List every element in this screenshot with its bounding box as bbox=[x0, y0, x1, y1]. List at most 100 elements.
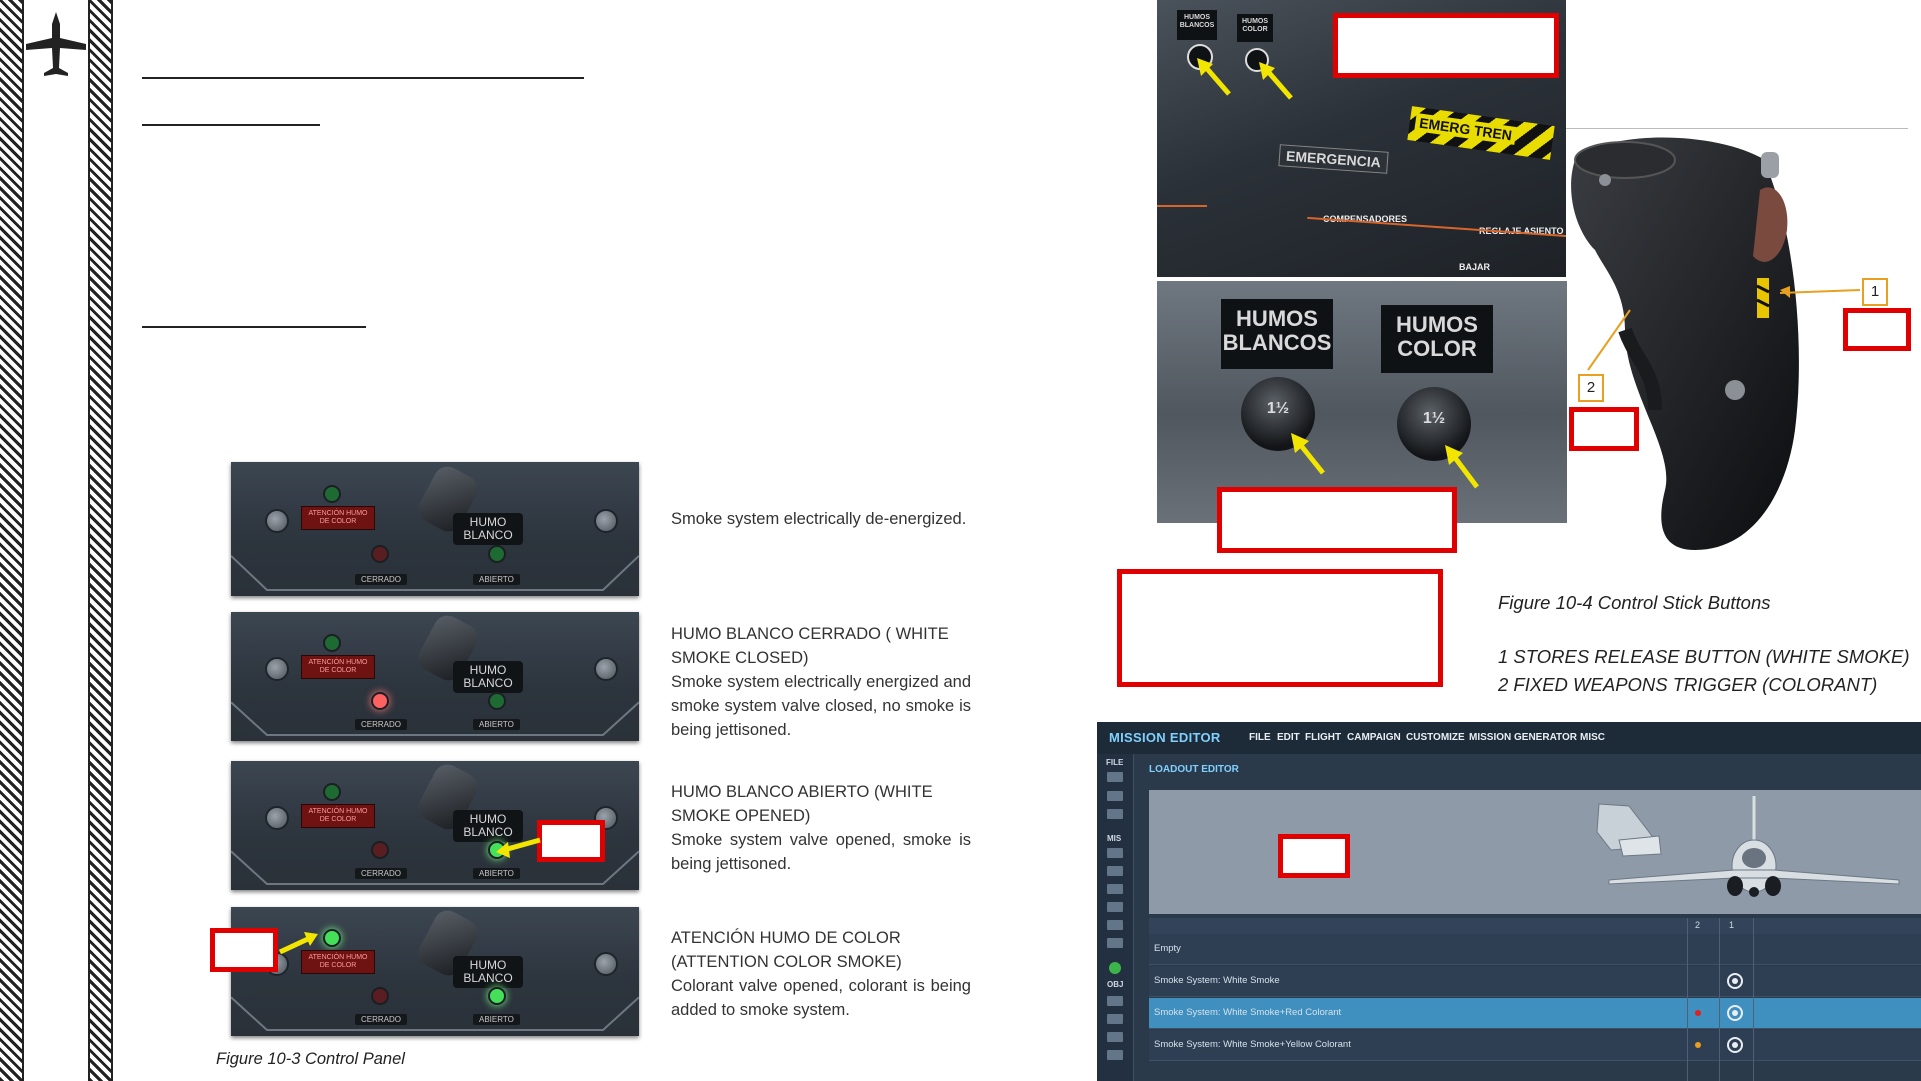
white-smoke-open-lamp bbox=[488, 986, 506, 1005]
toolbar-obj-label: OBJ bbox=[1107, 980, 1124, 989]
toolbar-icon[interactable] bbox=[1107, 866, 1123, 876]
loadout-editor-title: LOADOUT EDITOR bbox=[1149, 764, 1239, 775]
highlight-box bbox=[1217, 487, 1457, 553]
figure-caption: Figure 10-4 Control Stick Buttons bbox=[1498, 592, 1771, 613]
colorant-dot bbox=[1695, 1010, 1701, 1016]
highlight-box bbox=[1278, 834, 1350, 878]
panel-screw bbox=[594, 657, 618, 682]
pylon-1-header: 1 bbox=[1729, 920, 1735, 930]
sidebar-divider bbox=[111, 0, 113, 1081]
panel-label: EMERGENCIA bbox=[1278, 144, 1389, 174]
callout-leader-lines bbox=[1587, 286, 1861, 371]
switch-label: HUMOS COLOR bbox=[1237, 14, 1273, 42]
toolbar-icon[interactable] bbox=[1107, 848, 1123, 858]
menu-mission-generator[interactable]: MISSION GENERATOR bbox=[1469, 732, 1577, 743]
toolbar-icon[interactable] bbox=[1107, 996, 1123, 1006]
white-smoke-closed-lamp bbox=[371, 545, 389, 564]
menu-misc[interactable]: MISC bbox=[1580, 732, 1605, 743]
loadout-row-label: Smoke System: White Smoke+Red Colorant bbox=[1154, 1007, 1342, 1018]
toolbar-icon[interactable] bbox=[1107, 1032, 1123, 1042]
mission-editor-toolbar: FILE MIS OBJ bbox=[1097, 754, 1134, 1081]
callout-2: 2 bbox=[1578, 374, 1604, 402]
state-description-4: ATENCIÓN HUMO DE COLOR (ATTENTION COLOR … bbox=[671, 926, 971, 1022]
abierto-label: ABIERTO bbox=[473, 574, 520, 585]
toolbar-icon[interactable] bbox=[1107, 884, 1123, 894]
state-title: HUMO BLANCO ABIERTO (WHITE SMOKE OPENED) bbox=[671, 783, 933, 825]
figure-legend-item: 1 STORES RELEASE BUTTON (WHITE SMOKE) bbox=[1498, 646, 1910, 667]
toolbar-obj-icon[interactable] bbox=[1109, 962, 1121, 974]
white-smoke-open-lamp bbox=[488, 691, 506, 710]
menu-campaign[interactable]: CAMPAIGN bbox=[1347, 732, 1401, 743]
panel-label: BAJAR bbox=[1459, 262, 1491, 272]
state-body: Smoke system electrically de-energized. bbox=[671, 510, 967, 528]
state-body: Colorant valve opened, colorant is being… bbox=[671, 977, 971, 1019]
mission-editor-title: MISSION EDITOR bbox=[1109, 730, 1221, 745]
toolbar-icon[interactable] bbox=[1107, 920, 1123, 930]
state-description-1: Smoke system electrically de-energized. bbox=[671, 507, 971, 531]
pylon-header: 2 1 bbox=[1149, 918, 1921, 934]
highlight-box bbox=[537, 820, 605, 862]
loadout-row-label: Smoke System: White Smoke bbox=[1154, 975, 1280, 986]
sidebar-hatch-right bbox=[89, 0, 111, 1081]
loadout-row[interactable]: Smoke System: White Smoke bbox=[1149, 966, 1921, 997]
toolbar-icon[interactable] bbox=[1107, 1014, 1123, 1024]
menu-flight[interactable]: FLIGHT bbox=[1305, 732, 1341, 743]
state-description-3: HUMO BLANCO ABIERTO (WHITE SMOKE OPENED)… bbox=[671, 780, 971, 876]
heading-underline bbox=[142, 124, 320, 126]
pylon-radio[interactable] bbox=[1727, 1037, 1743, 1053]
white-smoke-closed-lamp bbox=[371, 691, 389, 710]
toolbar-icon[interactable] bbox=[1107, 772, 1123, 782]
callout-1: 1 bbox=[1862, 278, 1888, 306]
yellow-arrow-icon bbox=[278, 932, 318, 955]
menu-customize[interactable]: CUSTOMIZE bbox=[1406, 732, 1465, 743]
column-separator bbox=[1719, 918, 1720, 1081]
heading-underline bbox=[142, 326, 366, 328]
color-smoke-lamp bbox=[323, 782, 341, 801]
atencion-warning-label: ATENCIÓN HUMO DE COLOR bbox=[301, 654, 375, 679]
loadout-row[interactable]: Empty bbox=[1149, 934, 1921, 965]
panel-screw bbox=[594, 508, 618, 533]
loadout-row[interactable]: Smoke System: White Smoke+Red Colorant bbox=[1149, 998, 1921, 1029]
yellow-arrow-icon bbox=[1197, 58, 1293, 100]
switch-label: HUMOS BLANCOS bbox=[1177, 10, 1217, 40]
grey-rule bbox=[1566, 128, 1908, 129]
orange-line bbox=[1157, 205, 1207, 207]
mission-editor-menubar: MISSION EDITOR FILE EDIT FLIGHT CAMPAIGN… bbox=[1097, 722, 1921, 754]
panel-screw bbox=[265, 806, 289, 831]
white-smoke-closed-lamp bbox=[371, 840, 389, 859]
panel-screw bbox=[594, 952, 618, 977]
pylon-2-header: 2 bbox=[1695, 920, 1701, 930]
highlight-box bbox=[1117, 569, 1443, 687]
menu-edit[interactable]: EDIT bbox=[1277, 732, 1300, 743]
toolbar-icon[interactable] bbox=[1107, 902, 1123, 912]
figure-caption: Figure 10-3 Control Panel bbox=[216, 1050, 405, 1068]
loadout-row-label: Smoke System: White Smoke+Yellow Coloran… bbox=[1154, 1039, 1351, 1050]
toolbar-icon[interactable] bbox=[1107, 1050, 1123, 1060]
abierto-label: ABIERTO bbox=[473, 868, 520, 879]
pylon-radio[interactable] bbox=[1727, 973, 1743, 989]
highlight-box bbox=[1569, 407, 1639, 451]
state-body: Smoke system valve opened, smoke is bein… bbox=[671, 831, 971, 873]
toolbar-icon[interactable] bbox=[1107, 791, 1123, 801]
colorant-dot bbox=[1695, 1042, 1701, 1048]
control-panel-image: ATENCIÓN HUMO DE COLOR HUMO BLANCO CERRADO… bbox=[231, 907, 639, 1036]
aircraft-preview bbox=[1149, 790, 1921, 914]
panel-screw bbox=[265, 508, 289, 533]
cerrado-label: CERRADO bbox=[355, 574, 408, 585]
loadout-row[interactable]: Smoke System: White Smoke+Yellow Coloran… bbox=[1149, 1030, 1921, 1061]
white-smoke-closed-lamp bbox=[371, 986, 389, 1005]
menu-file[interactable]: FILE bbox=[1249, 732, 1271, 743]
color-smoke-lamp bbox=[323, 928, 341, 947]
humo-blanco-label: HUMO BLANCO bbox=[453, 956, 523, 989]
toolbar-icon[interactable] bbox=[1107, 938, 1123, 948]
toolbar-icon[interactable] bbox=[1107, 809, 1123, 819]
abierto-label: ABIERTO bbox=[473, 719, 520, 730]
state-title: ATENCIÓN HUMO DE COLOR (ATTENTION COLOR … bbox=[671, 929, 902, 971]
highlight-box bbox=[1843, 308, 1911, 351]
pylon-radio[interactable] bbox=[1727, 1005, 1743, 1021]
state-description-2: HUMO BLANCO CERRADO ( WHITE SMOKE CLOSED… bbox=[671, 622, 971, 742]
heading-underline bbox=[142, 77, 584, 79]
column-separator bbox=[1753, 918, 1754, 1081]
cerrado-label: CERRADO bbox=[355, 1014, 408, 1025]
sidebar-divider bbox=[22, 0, 24, 1081]
